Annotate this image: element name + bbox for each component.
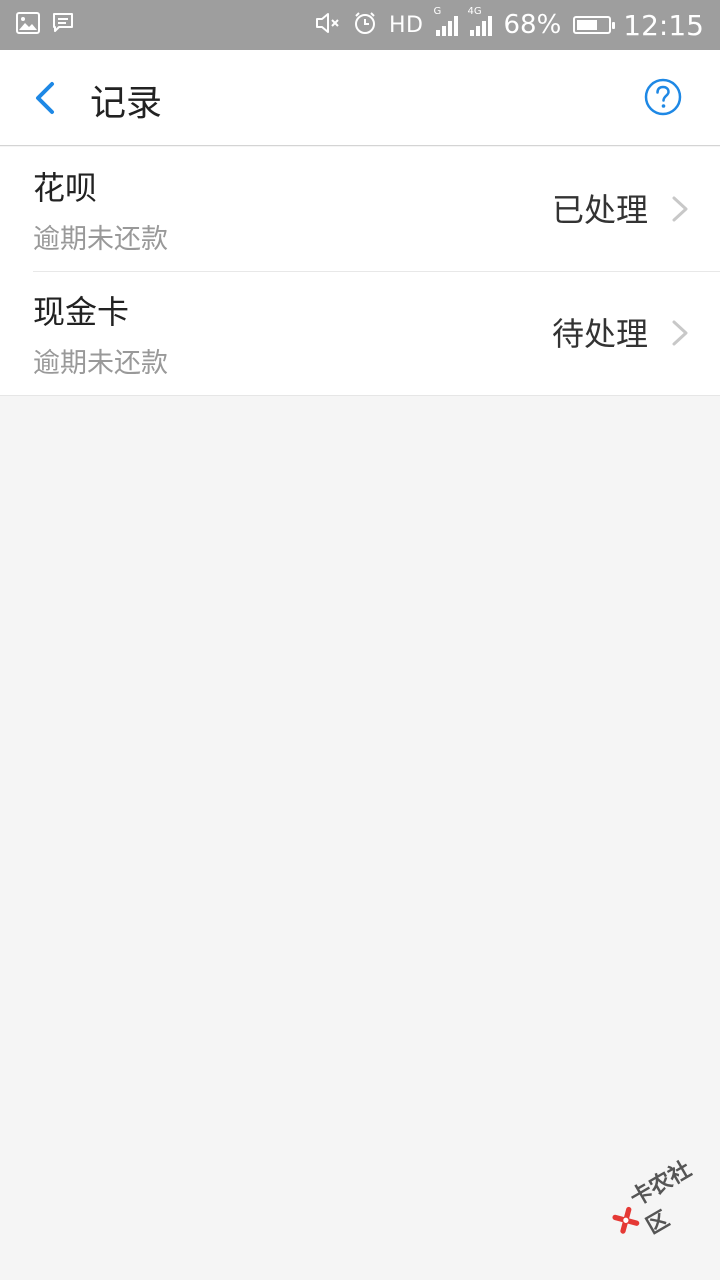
chevron-right-icon [672, 196, 688, 222]
record-subtitle: 逾期未还款 [33, 224, 168, 255]
chevron-right-icon [672, 320, 688, 346]
sim2-network-label: 4G [467, 6, 482, 17]
battery-level [577, 20, 598, 30]
alarm-icon [353, 11, 377, 39]
status-bar: HD G 4G 68% 12:15 [0, 0, 720, 50]
page-title: 记录 [90, 83, 163, 124]
sim1-network-label: G [433, 6, 442, 17]
status-bar-right: HD G 4G 68% 12:15 [315, 6, 704, 42]
clock: 12:15 [623, 8, 704, 42]
hd-indicator: HD [389, 12, 424, 38]
battery-icon [573, 16, 616, 34]
message-notification-icon [52, 12, 74, 38]
battery-percent: 68% [503, 10, 562, 40]
sim2-signal-icon: 4G [468, 6, 492, 36]
chevron-left-icon [36, 82, 54, 114]
app-header: 记录 [0, 50, 720, 146]
image-notification-icon [16, 12, 40, 38]
record-title: 现金卡 [33, 293, 130, 331]
sim1-signal-icon: G [434, 6, 458, 36]
records-list: 花呗 逾期未还款 已处理 现金卡 逾期未还款 待处理 [0, 147, 720, 396]
list-item[interactable]: 花呗 逾期未还款 已处理 [0, 147, 720, 271]
list-item[interactable]: 现金卡 逾期未还款 待处理 [0, 271, 720, 395]
watermark: 卡农社区 [600, 1146, 720, 1253]
help-icon [644, 78, 682, 116]
help-button[interactable] [644, 78, 682, 116]
status-bar-left [16, 12, 74, 38]
record-status: 待处理 [551, 315, 648, 353]
record-subtitle: 逾期未还款 [33, 348, 168, 379]
records-screen: HD G 4G 68% 12:15 记录 花呗 逾期未还款 已处理 现金卡 逾期… [0, 0, 720, 1280]
back-button[interactable] [26, 78, 66, 118]
record-title: 花呗 [33, 169, 98, 207]
record-status: 已处理 [551, 191, 648, 229]
mute-icon [315, 12, 341, 38]
